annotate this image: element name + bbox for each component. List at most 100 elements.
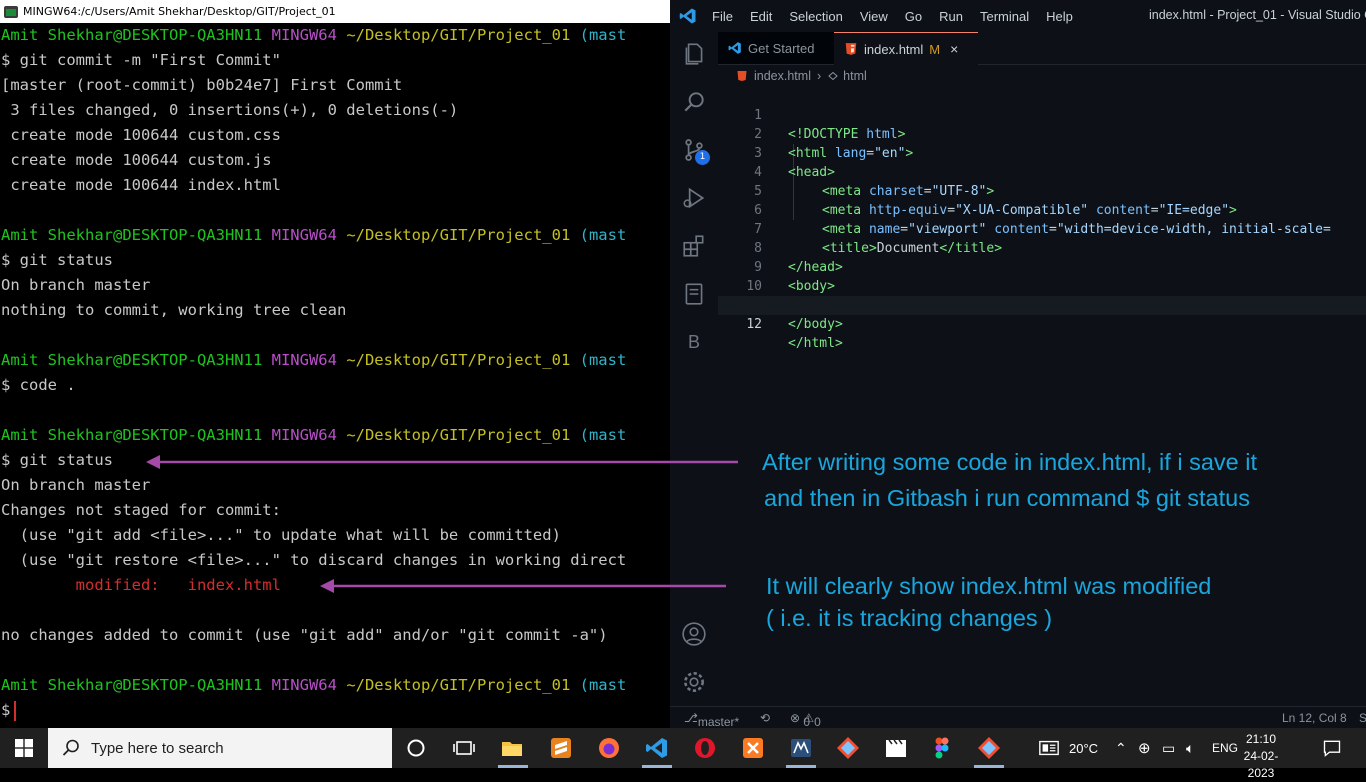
final-prompt: $	[1, 701, 11, 719]
run-debug-icon[interactable]	[680, 184, 708, 212]
sublime-text-icon[interactable]	[549, 736, 573, 760]
chevron-right-icon: ›	[816, 69, 822, 83]
notifications-icon[interactable]	[1322, 736, 1342, 760]
explorer-icon[interactable]	[680, 40, 708, 68]
menu-run[interactable]: Run	[939, 9, 963, 24]
vscode-logo-icon	[679, 8, 696, 24]
prompt-system: MINGW64	[271, 426, 337, 444]
git-bash-icon[interactable]	[977, 736, 1001, 760]
breadcrumb: index.html › html	[718, 65, 1366, 87]
terminal-input-line[interactable]: $	[1, 698, 17, 723]
task-view-icon[interactable]	[452, 736, 476, 760]
xampp-icon[interactable]	[741, 736, 765, 760]
status-bar: ⎇ master* ⟲ ⊗ 0 ⚠ 0 Ln 12, Col 8 S	[670, 706, 1366, 728]
branch-status[interactable]: ⎇ master*	[684, 711, 739, 728]
firefox-icon[interactable]	[597, 736, 621, 760]
terminal-command: $ code .	[1, 376, 76, 394]
search-icon[interactable]	[680, 88, 708, 116]
menu-help[interactable]: Help	[1046, 9, 1073, 24]
accounts-icon[interactable]	[680, 620, 708, 648]
problems-status[interactable]: ⊗ 0 ⚠ 0	[790, 711, 821, 728]
start-button[interactable]	[0, 728, 48, 768]
news-widget-icon[interactable]	[1038, 736, 1060, 760]
prompt-path: ~/Desktop/GIT/Project_01	[346, 226, 571, 244]
search-placeholder: Type here to search	[91, 739, 224, 757]
network-globe-icon[interactable]: ⊕	[1138, 728, 1151, 768]
prompt-system: MINGW64	[271, 26, 337, 44]
terminal-command: $ git status	[1, 251, 113, 269]
opera-icon[interactable]	[693, 736, 717, 760]
clock-time: 21:10	[1245, 732, 1277, 746]
annotation-note2-line1: It will clearly show index.html was modi…	[766, 573, 1212, 599]
activity-bar: 1 B	[670, 32, 718, 706]
mingw-icon	[4, 5, 18, 18]
menu-go[interactable]: Go	[905, 9, 922, 24]
close-tab-icon[interactable]: ×	[950, 41, 958, 57]
code-line: 5 <meta http-equiv="X-UA-Compatible" con…	[718, 163, 1366, 218]
taskbar-search-box[interactable]: Type here to search	[48, 728, 392, 768]
annotation-note1-line2: and then in Gitbash i run command $ git …	[764, 485, 1250, 511]
vscode-taskbar-icon[interactable]	[645, 736, 669, 760]
gitbash-titlebar[interactable]: MINGW64:/c/Users/Amit Shekhar/Desktop/GI…	[0, 0, 670, 23]
extension-b-icon[interactable]: B	[680, 328, 708, 356]
element-icon	[828, 71, 838, 81]
terminal-output-line: create mode 100644 custom.js	[1, 151, 272, 169]
menu-edit[interactable]: Edit	[750, 9, 772, 24]
mingw-taskbar-icon[interactable]	[789, 736, 813, 760]
breadcrumb-file[interactable]: index.html	[754, 69, 811, 83]
extensions-icon[interactable]	[680, 232, 708, 260]
menu-terminal[interactable]: Terminal	[980, 9, 1029, 24]
terminal-prompt: Amit Shekhar@DESKTOP-QA3HN11 MINGW64 ~/D…	[1, 348, 626, 373]
remote-explorer-icon[interactable]	[680, 280, 708, 308]
tab-index-html[interactable]: index.html M ×	[834, 32, 978, 65]
git-gui-icon[interactable]	[836, 736, 860, 760]
cortana-icon[interactable]	[404, 736, 428, 760]
line-number: 12	[746, 317, 762, 332]
sync-icon[interactable]: ⟲	[760, 711, 770, 725]
vscode-window-title: index.html - Project_01 - Visual Studio …	[1149, 8, 1366, 22]
chevron-up-icon[interactable]: ⌃	[1115, 728, 1127, 768]
terminal-output-line: no changes added to commit (use "git add…	[1, 626, 608, 644]
modified-file: index.html	[187, 576, 281, 594]
system-clock[interactable]: 21:10 24-02-2023	[1236, 731, 1286, 782]
code-line-current: 12 </html>	[718, 296, 1366, 351]
prompt-user-host: Amit Shekhar@DESKTOP-QA3HN11	[1, 676, 263, 694]
modified-indicator: M	[929, 41, 941, 57]
terminal-output[interactable]: Amit Shekhar@DESKTOP-QA3HN11 MINGW64 ~/D…	[0, 23, 670, 728]
tab-label: index.html	[864, 41, 924, 57]
prompt-branch: (mast	[579, 226, 627, 244]
search-icon	[62, 739, 79, 756]
terminal-prompt: Amit Shekhar@DESKTOP-QA3HN11 MINGW64 ~/D…	[1, 23, 626, 48]
menu-view[interactable]: View	[860, 9, 888, 24]
volume-icon[interactable]: 🔈︎	[1186, 728, 1194, 768]
battery-icon[interactable]: ▭	[1162, 728, 1175, 768]
code-token: </html>	[788, 336, 843, 351]
language-indicator[interactable]: ENG	[1212, 728, 1238, 768]
terminal-output-line: create mode 100644 index.html	[1, 176, 281, 194]
clapper-icon[interactable]	[884, 736, 908, 760]
html5-icon	[737, 71, 747, 81]
terminal-output-line: On branch master	[1, 276, 151, 294]
settings-gear-icon[interactable]	[680, 668, 708, 696]
menu-selection[interactable]: Selection	[789, 9, 842, 24]
file-explorer-icon[interactable]	[500, 736, 524, 760]
tab-get-started[interactable]: Get Started	[718, 32, 834, 64]
cursor-position[interactable]: Ln 12, Col 8	[1282, 711, 1347, 725]
code-line: 4 <meta charset="UTF-8">	[718, 144, 1366, 199]
prompt-system: MINGW64	[271, 676, 337, 694]
gitbash-window: MINGW64:/c/Users/Amit Shekhar/Desktop/GI…	[0, 0, 670, 728]
terminal-output-line: (use "git add <file>..." to update what …	[1, 526, 561, 544]
terminal-output-line: (use "git restore <file>..." to discard …	[1, 551, 627, 569]
menu-file[interactable]: File	[712, 9, 733, 24]
terminal-prompt: Amit Shekhar@DESKTOP-QA3HN11 MINGW64 ~/D…	[1, 223, 626, 248]
code-line: 11 </body>	[718, 277, 1366, 332]
breadcrumb-element[interactable]: html	[843, 69, 867, 83]
terminal-prompt: Amit Shekhar@DESKTOP-QA3HN11 MINGW64 ~/D…	[1, 423, 626, 448]
weather-temperature[interactable]: 20°C	[1069, 728, 1098, 768]
terminal-output-line: 3 files changed, 0 insertions(+), 0 dele…	[1, 101, 459, 119]
windows-logo-icon	[15, 739, 33, 757]
status-extra[interactable]: S	[1359, 711, 1366, 725]
figma-icon[interactable]	[930, 736, 954, 760]
terminal-cursor	[14, 700, 17, 721]
code-line: 10	[718, 258, 1366, 294]
